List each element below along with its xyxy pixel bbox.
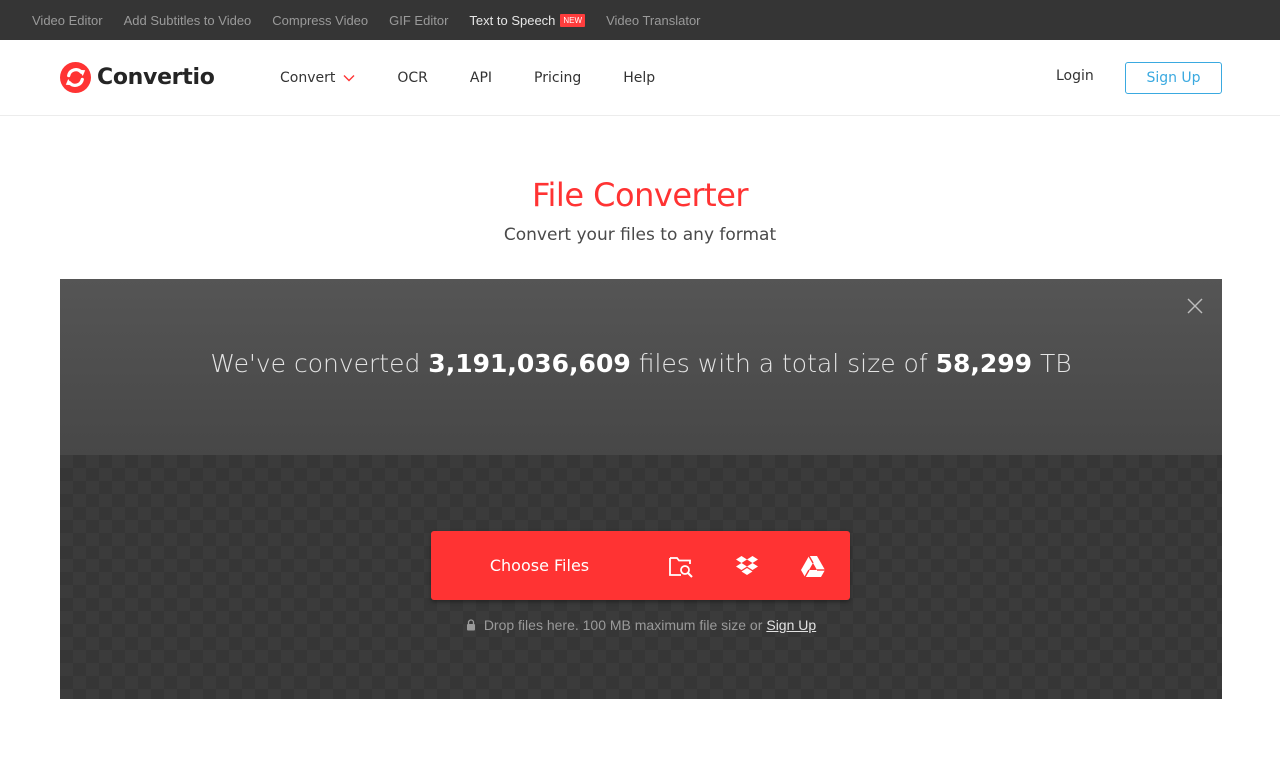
drop-zone[interactable]: Choose Files Drop files here. 100 MB max… [60, 455, 1222, 699]
choose-files-button[interactable]: Choose Files [431, 556, 648, 575]
signup-button[interactable]: Sign Up [1125, 62, 1222, 94]
nav-api[interactable]: API [470, 70, 492, 86]
topbar-link-video-translator[interactable]: Video Translator [606, 13, 700, 28]
topbar-link-add-subtitles[interactable]: Add Subtitles to Video [124, 13, 252, 28]
page-title: File Converter [531, 176, 749, 214]
close-icon[interactable] [1186, 297, 1204, 315]
site-header: Convertio Convert OCR API Pricing Help L… [0, 40, 1280, 116]
nav-ocr[interactable]: OCR [397, 70, 428, 86]
converter-panel: We've converted 3,191,036,609 files with… [60, 279, 1222, 699]
google-drive-icon [801, 555, 825, 577]
logo-text: Convertio [97, 65, 215, 90]
total-size: 58,299 [935, 349, 1033, 378]
lock-icon [466, 619, 475, 631]
upload-hint: Drop files here. 100 MB maximum file siz… [60, 617, 1222, 633]
logo[interactable]: Convertio [60, 62, 215, 93]
new-badge: NEW [560, 13, 586, 27]
from-google-drive-button[interactable] [780, 531, 846, 600]
topbar-link-text-to-speech[interactable]: Text to Speech NEW [469, 12, 586, 28]
dropbox-icon [736, 555, 758, 575]
chevron-down-icon [343, 75, 355, 82]
nav-help[interactable]: Help [623, 70, 655, 86]
stats-banner: We've converted 3,191,036,609 files with… [60, 279, 1222, 455]
nav-convert[interactable]: Convert [280, 70, 355, 86]
stats-prefix: We've converted [210, 349, 421, 378]
topbar-link-compress-video[interactable]: Compress Video [272, 13, 368, 28]
page-subtitle: Convert your files to any format [503, 225, 777, 245]
hint-signup-link[interactable]: Sign Up [766, 617, 816, 633]
nav-convert-label: Convert [280, 70, 336, 86]
stats-text: We've converted 3,191,036,609 files with… [60, 349, 1222, 378]
topbar-link-label: Text to Speech [469, 12, 556, 28]
stats-middle: files with a total size of [638, 349, 928, 378]
main-nav: Convert OCR API Pricing Help [280, 40, 697, 116]
convertio-logo-icon [60, 62, 91, 93]
folder-search-icon [669, 556, 693, 578]
from-dropbox-button[interactable] [714, 531, 780, 600]
nav-pricing[interactable]: Pricing [534, 70, 581, 86]
choose-files-button-group: Choose Files [431, 531, 850, 600]
login-link[interactable]: Login [1056, 68, 1094, 84]
from-computer-button[interactable] [648, 531, 714, 600]
top-bar: Video Editor Add Subtitles to Video Comp… [0, 0, 1280, 40]
topbar-link-video-editor[interactable]: Video Editor [32, 13, 103, 28]
files-count: 3,191,036,609 [428, 349, 631, 378]
topbar-link-gif-editor[interactable]: GIF Editor [389, 13, 448, 28]
hint-text: Drop files here. 100 MB maximum file siz… [483, 617, 763, 633]
stats-unit: TB [1040, 349, 1072, 378]
